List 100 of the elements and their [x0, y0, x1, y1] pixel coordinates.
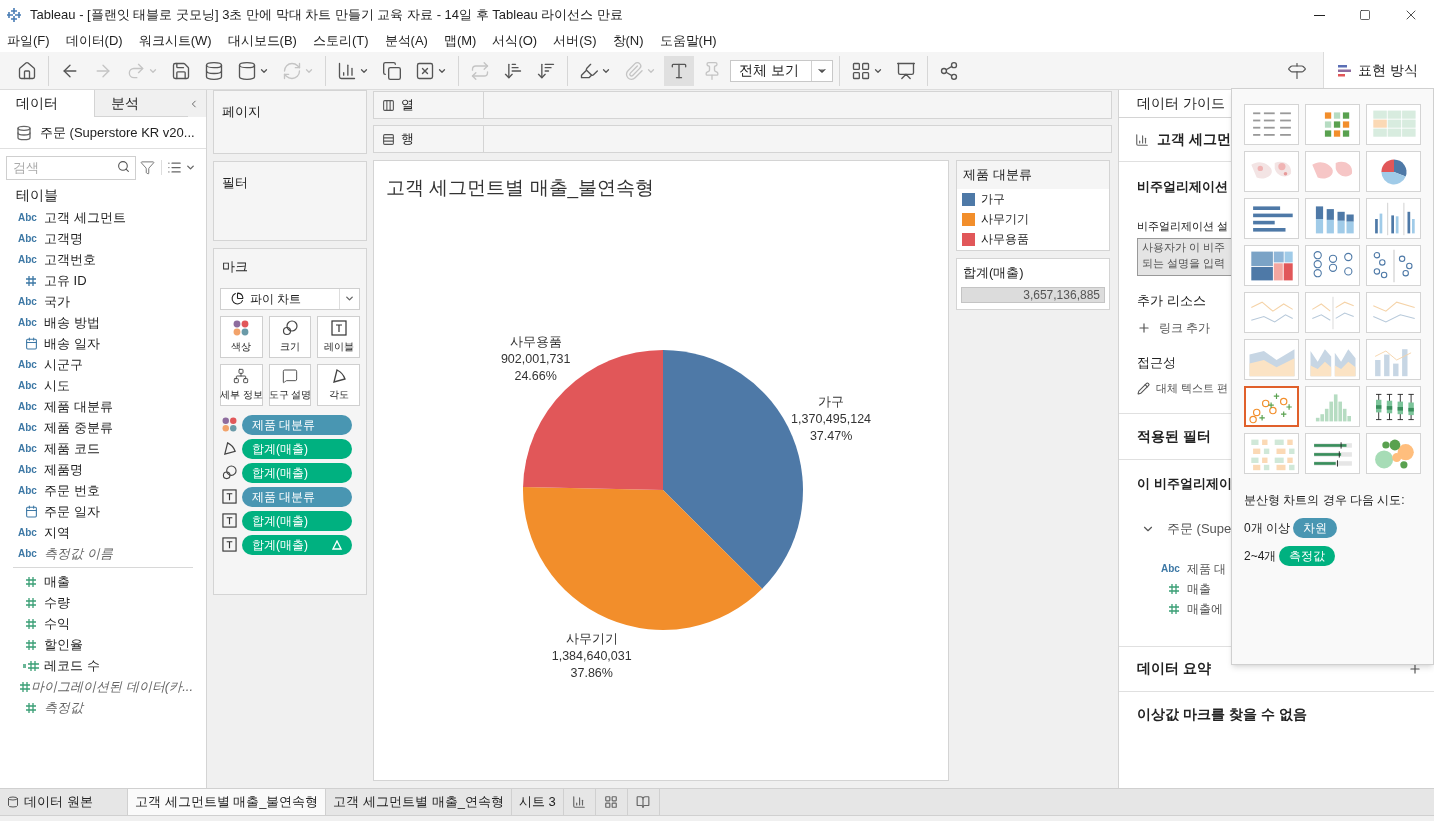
menu-item[interactable]: 서식(O) — [486, 31, 544, 51]
pie-icon — [231, 292, 244, 305]
requirement-pill: 차원 — [1293, 518, 1337, 538]
sheet-tab[interactable]: 고객 세그먼트별 매출_불연속형 — [128, 789, 327, 815]
paperclip-icon — [624, 60, 644, 81]
delta-icon — [332, 539, 342, 550]
string-type-label: Abc — [18, 211, 38, 225]
text-box-icon — [221, 489, 237, 504]
size-range-bar: 3,657,136,885 — [961, 287, 1105, 303]
hint-text: 분산형 차트의 경우 다음 시도: — [1244, 492, 1406, 509]
data-source-name[interactable]: 주문 (Supe — [1167, 519, 1232, 539]
field-item[interactable]: 레코드 수 — [44, 655, 100, 676]
field-item[interactable]: 지역 — [44, 522, 70, 543]
angle-icon — [330, 367, 347, 384]
mark-property-button[interactable]: 각도 — [317, 363, 360, 406]
mark-property-button[interactable]: 세부 정보 — [220, 363, 263, 406]
section-heading: 이상값 마크를 찾을 수 없음 — [1137, 704, 1307, 724]
field-item[interactable]: 고유 ID — [44, 270, 87, 291]
data-source-name[interactable]: 주문 (Superstore KR v20... — [40, 122, 195, 143]
string-type-label: Abc — [18, 316, 38, 330]
string-type-label: Abc — [18, 526, 38, 540]
list-icon — [167, 159, 182, 175]
field-item: 매출에 — [1187, 600, 1223, 618]
description-field[interactable]: 사용자가 이 비주 되는 설명을 입력 — [1137, 238, 1232, 276]
field-item: 매출 — [1187, 580, 1211, 598]
mark-type-dropdown[interactable]: 파이 차트 — [220, 287, 360, 310]
menu-item[interactable]: 워크시트(W) — [132, 31, 218, 51]
menu-item[interactable]: 서버(S) — [547, 31, 603, 51]
new-dashboard-icon — [604, 795, 619, 809]
field-item[interactable]: 배송 방법 — [44, 312, 100, 333]
menu-item[interactable]: 데이터(D) — [59, 31, 129, 51]
data-label: 사무기기 1,384,640,031 37.86% — [551, 632, 632, 681]
maximize-icon — [1359, 9, 1371, 21]
menu-item[interactable]: 스토리(T) — [306, 31, 375, 51]
mark-property-button[interactable]: 색상 — [220, 315, 263, 358]
requirement-pill: 측정값 — [1279, 546, 1336, 566]
alt-text-link[interactable]: 대체 텍스트 편 — [1156, 380, 1229, 397]
menu-item[interactable]: 도움말(H) — [653, 31, 723, 51]
field-item[interactable]: 시군구 — [44, 354, 83, 375]
speech-bubble-icon — [282, 367, 298, 384]
pane-tab[interactable]: 데이터 — [0, 90, 95, 117]
shelf-label: 열 — [401, 96, 414, 115]
database-icon — [204, 60, 224, 81]
caret-icon — [344, 293, 355, 304]
home-icon — [17, 60, 37, 81]
search-icon — [117, 160, 130, 173]
field-item[interactable]: 주문 번호 — [44, 480, 100, 501]
menu-item[interactable]: 파일(F) — [1, 31, 56, 51]
calculated-hash-icon — [23, 659, 39, 672]
color-dots-icon — [233, 319, 250, 336]
field-item[interactable]: 주문 일자 — [44, 501, 100, 522]
mark-property-button[interactable]: 도구 설명 — [268, 363, 312, 406]
field-item[interactable]: 측정값 — [44, 697, 83, 718]
field-item[interactable]: 마이그레이션된 데이터(카... — [31, 676, 193, 697]
data-label: 사무용품 902,001,731 24.66% — [500, 334, 571, 383]
field-item[interactable]: 배송 일자 — [44, 333, 100, 354]
calendar-icon — [24, 505, 38, 518]
field-item[interactable]: 시도 — [44, 375, 70, 396]
field-item[interactable]: 수익 — [44, 613, 70, 634]
pane-tab[interactable]: 분석 — [94, 90, 189, 117]
field-item[interactable]: 고객명 — [44, 228, 83, 249]
string-type-label: Abc — [18, 358, 38, 372]
menu-item[interactable]: 맵(M) — [437, 31, 483, 51]
window-title: Tableau - [플랜잇 태블로 굿모닝] 3초 만에 막대 차트 만들기 교육 자료 - 14일 후 Tableau 라이선스 만료 — [30, 6, 624, 25]
string-type-label: Abc — [18, 463, 38, 477]
field-item[interactable]: 제품명 — [44, 459, 83, 480]
menu-item[interactable]: 대시보드(B) — [221, 31, 303, 51]
field-item[interactable]: 측정값 이름 — [44, 543, 113, 564]
field-item[interactable]: 수량 — [44, 592, 70, 613]
legend-label: 사무기기 — [981, 211, 1029, 228]
field-label: 접근성 — [1137, 353, 1176, 372]
data-guide-tab[interactable]: 데이터 가이드 — [1119, 90, 1231, 117]
section-heading: 적용된 필터 — [1137, 426, 1211, 446]
field-item[interactable]: 제품 대분류 — [44, 396, 113, 417]
field-item[interactable]: 제품 중분류 — [44, 417, 113, 438]
search-field[interactable]: 검색 — [6, 155, 136, 180]
columns-shelf[interactable]: 열 — [373, 91, 1112, 119]
menu-item[interactable]: 분석(A) — [378, 31, 434, 51]
hash-icon — [25, 701, 37, 714]
calendar-icon — [24, 337, 38, 350]
string-type-label: Abc — [1161, 562, 1181, 576]
field-item[interactable]: 제품 코드 — [44, 438, 100, 459]
hash-icon — [1168, 602, 1180, 615]
show-me-tab[interactable]: 표현 방식 — [1323, 52, 1434, 89]
mark-property-button[interactable]: 레이블 — [317, 315, 360, 358]
field-item[interactable]: 고객번호 — [44, 249, 96, 270]
section-heading: 비주얼리제이션 — [1137, 178, 1228, 196]
hash-icon — [25, 575, 37, 588]
chart-type-button[interactable] — [1244, 386, 1299, 427]
field-item[interactable]: 할인율 — [44, 634, 83, 655]
text-button[interactable] — [664, 55, 694, 86]
field-item[interactable]: 매출 — [44, 571, 70, 592]
fit-dropdown[interactable]: 전체 보기 — [730, 59, 833, 82]
field-item[interactable]: 고객 세그먼트 — [44, 207, 126, 228]
rows-shelf[interactable]: 행 — [373, 125, 1112, 153]
mark-property-button[interactable]: 크기 — [268, 315, 312, 358]
field-item[interactable]: 국가 — [44, 291, 70, 312]
hash-icon — [18, 680, 31, 693]
menu-item[interactable]: 창(N) — [606, 31, 650, 51]
add-link[interactable]: 링크 추가 — [1159, 318, 1211, 337]
